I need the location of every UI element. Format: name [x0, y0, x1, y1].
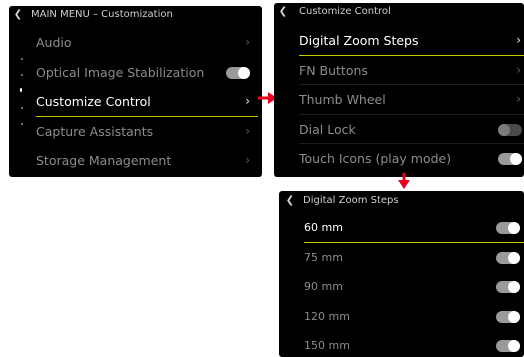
- menu-item-label: Thumb Wheel: [299, 92, 386, 108]
- chevron-right-icon: ›: [245, 35, 250, 49]
- option-label: 150 mm: [304, 339, 350, 353]
- menu-item-storage-management[interactable]: Storage Management ›: [36, 146, 262, 176]
- toggle-switch-icon[interactable]: [226, 66, 250, 79]
- menu-item-fn-buttons[interactable]: FN Buttons ›: [299, 56, 524, 86]
- chevron-right-icon: ›: [516, 92, 521, 107]
- option-zoom-90mm[interactable]: 90 mm: [304, 272, 524, 302]
- menu-item-touch-icons-play-mode[interactable]: Touch Icons (play mode): [299, 144, 524, 174]
- menu-item-customize-control[interactable]: Customize Control ›: [36, 87, 262, 117]
- screen-title: Digital Zoom Steps: [303, 195, 399, 206]
- arrow-down-icon: [398, 173, 410, 189]
- chevron-right-icon: ›: [516, 33, 521, 47]
- chevron-right-icon: ›: [516, 62, 521, 77]
- screen-header: ❮ Customize Control: [274, 3, 524, 23]
- toggle-switch-icon[interactable]: [498, 123, 522, 136]
- chevron-right-icon: ›: [245, 94, 250, 109]
- screen-title: Customize Control: [299, 6, 391, 17]
- menu-item-label: Capture Assistants: [36, 123, 154, 139]
- option-label: 90 mm: [304, 280, 343, 294]
- scroll-indicator-dot-active: [20, 88, 22, 92]
- screen-digital-zoom-steps: ❮ Digital Zoom Steps 60 mm 75 mm 90 mm 1…: [279, 191, 524, 357]
- chevron-right-icon: ›: [245, 153, 250, 168]
- menu-item-label: Optical Image Stabilization: [36, 64, 205, 80]
- chevron-left-icon[interactable]: ❮: [9, 6, 27, 24]
- screen-header: ❮ Digital Zoom Steps: [279, 191, 524, 210]
- option-zoom-150mm[interactable]: 150 mm: [304, 331, 524, 357]
- option-zoom-75mm[interactable]: 75 mm: [304, 243, 524, 273]
- menu-item-capture-assistants[interactable]: Capture Assistants ›: [36, 117, 262, 147]
- scroll-indicator-dot: [21, 123, 23, 125]
- menu-item-digital-zoom-steps[interactable]: Digital Zoom Steps ›: [299, 26, 524, 56]
- menu-item-audio[interactable]: Audio ›: [36, 28, 262, 58]
- option-label: 75 mm: [304, 250, 343, 264]
- menu-item-optical-image-stabilization[interactable]: Optical Image Stabilization: [36, 58, 262, 88]
- menu-item-label: Dial Lock: [299, 121, 356, 137]
- screen-customize-control: ❮ Customize Control Digital Zoom Steps ›…: [274, 3, 524, 177]
- toggle-switch-icon[interactable]: [496, 310, 520, 323]
- menu-item-label: FN Buttons: [299, 62, 368, 78]
- scroll-indicator-dot: [21, 74, 23, 76]
- toggle-switch-icon[interactable]: [496, 340, 520, 353]
- screen-title: MAIN MENU – Customization: [31, 9, 173, 20]
- menu-item-label: Touch Icons (play mode): [299, 151, 452, 167]
- menu-item-label: Storage Management: [36, 153, 172, 169]
- toggle-switch-icon[interactable]: [498, 153, 522, 166]
- menu-item-dial-lock[interactable]: Dial Lock: [299, 115, 524, 145]
- option-label: 120 mm: [304, 309, 350, 323]
- option-label: 60 mm: [304, 221, 343, 234]
- chevron-left-icon[interactable]: ❮: [274, 3, 292, 21]
- scroll-indicator-dot: [21, 107, 23, 109]
- menu-item-label: Digital Zoom Steps: [299, 33, 419, 48]
- chevron-left-icon[interactable]: ❮: [281, 191, 299, 210]
- toggle-switch-icon[interactable]: [496, 251, 520, 264]
- screen-header: ❮ MAIN MENU – Customization: [9, 6, 262, 24]
- scroll-indicator-dot: [21, 58, 23, 60]
- toggle-switch-icon[interactable]: [496, 281, 520, 294]
- toggle-switch-icon[interactable]: [496, 222, 520, 234]
- menu-item-label: Audio: [36, 35, 72, 50]
- menu-item-thumb-wheel[interactable]: Thumb Wheel ›: [299, 85, 524, 115]
- screen-main-menu-customization: ❮ MAIN MENU – Customization Audio › Opti…: [9, 6, 262, 177]
- menu-item-label: Customize Control: [36, 94, 151, 110]
- option-zoom-120mm[interactable]: 120 mm: [304, 302, 524, 332]
- chevron-right-icon: ›: [245, 123, 250, 138]
- option-zoom-60mm[interactable]: 60 mm: [304, 213, 524, 243]
